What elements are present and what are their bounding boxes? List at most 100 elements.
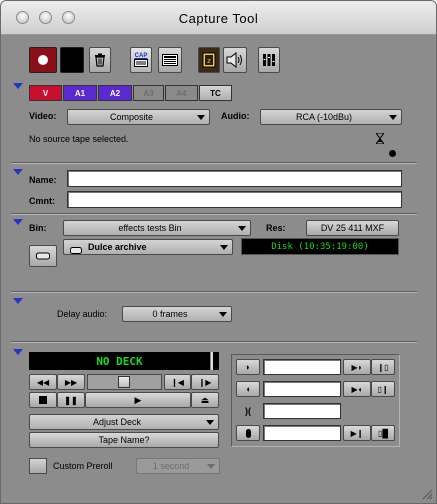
video-select-value: Composite [109,112,154,122]
clear-out-icon: ▯❙ [377,384,389,394]
fast-forward-icon: ▶▶ [64,377,78,387]
track-a4-button[interactable]: A4 [165,85,198,101]
mark-in-field[interactable] [263,359,341,375]
fast-forward-button[interactable]: ▶▶ [57,374,85,390]
clear-in-button[interactable]: ❙▯ [371,359,395,375]
clear-out-button[interactable]: ▯❙ [371,381,395,397]
go-to-in-icon: ▶◗ [351,362,363,372]
chevron-down-icon [220,245,228,250]
step-forward-button[interactable]: ❙▶ [191,374,219,390]
clear-timecode-icon: ▯█ [377,428,389,438]
deck-disclosure-triangle[interactable] [13,349,23,355]
tracks-disclosure-triangle[interactable] [13,83,23,89]
chevron-down-icon [219,312,227,317]
resize-grip-icon[interactable] [421,488,433,500]
drive-icon [36,252,50,260]
indicator-dot-icon [389,150,396,157]
stop-square-button[interactable] [60,47,84,73]
duration-icon: )( [245,406,251,416]
toolbar [7,45,27,65]
audio-meter-button[interactable] [258,47,280,73]
chevron-down-icon [207,464,215,469]
separator [11,162,417,164]
pause-icon: ❚❚ [64,395,78,405]
target-disclosure-triangle[interactable] [13,219,23,225]
capture-mode-button[interactable]: CAP [130,47,152,73]
separator [11,291,417,293]
resolution-select[interactable]: DV 25 411 MXF [306,220,399,236]
audio-label: Audio: [221,111,250,121]
delay-audio-select[interactable]: 0 frames [122,306,232,322]
disk-space-value: Disk (10:35:19:00) [271,241,369,252]
track-a2-button[interactable]: A2 [98,85,132,101]
timecode-field[interactable] [263,425,341,441]
rewind-icon: ◀◀ [36,377,50,387]
track-tc-button[interactable]: TC [199,85,232,101]
separator [11,341,417,343]
step-forward-icon: ❙▶ [198,377,212,387]
filmstrip-button[interactable]: z [198,47,220,73]
name-field[interactable] [67,170,402,187]
disk-select[interactable]: Dulce archive [63,239,233,255]
crescent-icon [389,132,401,144]
timecode-mark-icon [245,428,251,438]
go-to-in-button[interactable]: ▶◗ [343,359,371,375]
eject-button[interactable]: ⏏ [191,392,219,408]
pause-button[interactable]: ❚❚ [57,392,85,408]
preroll-value: 1 second [152,461,190,471]
delay-audio-label: Delay audio: [57,309,108,319]
clear-timecode-button[interactable]: ▯█ [371,425,395,441]
source-tape-status: No source tape selected. [29,134,129,144]
delay-disclosure-triangle[interactable] [13,298,23,304]
rewind-button[interactable]: ◀◀ [29,374,57,390]
tape-name-label: Tape Name? [98,435,150,445]
go-to-timecode-button[interactable]: ▶❙ [343,425,371,441]
trash-icon [95,53,105,67]
mark-in-button[interactable]: ◗ [236,359,260,375]
trash-button[interactable] [89,47,111,73]
clip-info-disclosure-triangle[interactable] [13,169,23,175]
audio-select[interactable]: RCA (-10dBu) [260,109,402,125]
track-a3-button[interactable]: A3 [133,85,164,101]
log-mode-button[interactable] [158,47,182,73]
video-select[interactable]: Composite [67,109,210,125]
adjust-deck-label: Adjust Deck [92,417,142,427]
track-a1-button[interactable]: A1 [63,85,97,101]
record-icon [38,55,48,65]
go-to-out-icon: ▶◖ [351,384,363,394]
bin-select[interactable]: effects tests Bin [63,220,251,236]
shuttle-thumb[interactable] [118,376,130,388]
tape-name-button[interactable]: Tape Name? [29,432,219,448]
go-to-timecode-icon: ▶❙ [350,428,364,438]
adjust-deck-select[interactable]: Adjust Deck [29,414,219,430]
mark-out-button[interactable]: ◖ [236,381,260,397]
record-button[interactable] [29,47,57,73]
bin-select-value: effects tests Bin [118,223,182,233]
deck-status-handle [211,352,219,370]
comment-field[interactable] [67,191,402,208]
delay-audio-value: 0 frames [152,309,188,319]
timecode-mark-button[interactable] [236,425,260,441]
mark-out-field[interactable] [263,381,341,397]
duration-field[interactable] [263,403,341,419]
play-button[interactable]: ▶ [85,392,191,408]
stop-button[interactable] [29,392,57,408]
speaker-button[interactable] [223,47,247,73]
title-bar[interactable]: Capture Tool [1,1,436,35]
go-to-out-button[interactable]: ▶◖ [343,381,371,397]
custom-preroll-label: Custom Preroll [53,461,113,471]
bin-label: Bin: [29,223,47,233]
resolution-label: Res: [266,223,286,233]
step-back-icon: ❙◀ [171,377,184,387]
custom-preroll-checkbox[interactable] [29,458,47,474]
speaker-icon [226,52,242,68]
single-drive-toggle-button[interactable] [29,245,57,267]
half-moon-icon [357,132,369,144]
shuttle-slider[interactable] [87,374,162,390]
play-icon: ▶ [134,394,142,405]
preroll-select[interactable]: 1 second [136,458,220,474]
video-label: Video: [29,111,57,121]
step-back-button[interactable]: ❙◀ [164,374,191,390]
mark-out-icon: ◖ [245,384,251,394]
track-v-button[interactable]: V [29,85,62,101]
